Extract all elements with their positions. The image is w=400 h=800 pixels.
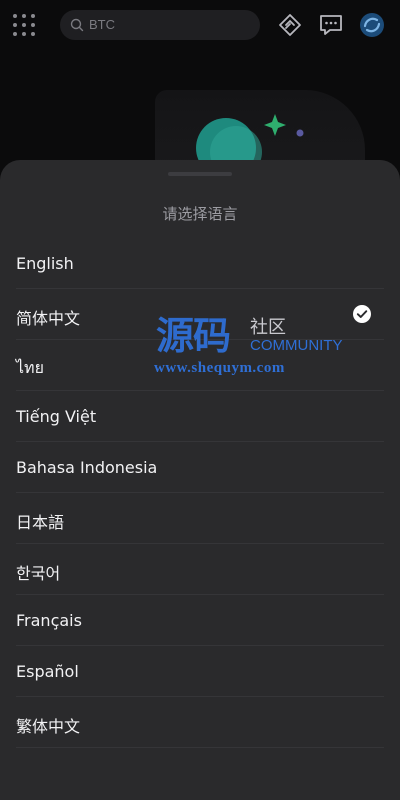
language-label: 한국어 <box>16 564 61 583</box>
avatar-logo-icon[interactable] <box>359 12 385 38</box>
check-circle-icon <box>353 305 371 323</box>
language-picker-screen: BTC 请选择语言 English 简体中文 ไทย Tiếng Việt Ba… <box>0 0 400 800</box>
language-option-japanese[interactable]: 日本語 <box>16 493 384 544</box>
language-label: Español <box>16 662 79 681</box>
language-option-thai[interactable]: ไทย <box>16 340 384 391</box>
top-bar: BTC <box>0 0 400 50</box>
language-option-spanish[interactable]: Español <box>16 646 384 697</box>
sheet-title: 请选择语言 <box>162 205 238 223</box>
language-option-vietnamese[interactable]: Tiếng Việt <box>16 391 384 442</box>
search-bar[interactable]: BTC <box>60 10 260 40</box>
language-bottom-sheet: 请选择语言 English 简体中文 ไทย Tiếng Việt Bahasa… <box>0 160 400 800</box>
message-icon[interactable] <box>318 12 344 38</box>
language-option-indonesian[interactable]: Bahasa Indonesia <box>16 442 384 493</box>
language-label: Tiếng Việt <box>16 407 97 426</box>
language-label: ไทย <box>16 358 44 377</box>
language-option-traditional-chinese[interactable]: 繁体中文 <box>16 697 384 748</box>
search-placeholder: BTC <box>89 17 115 32</box>
language-label: 简体中文 <box>16 309 81 328</box>
grid-menu-icon[interactable] <box>13 14 35 36</box>
language-label: Français <box>16 611 82 630</box>
language-label: English <box>16 254 74 273</box>
diamond-link-icon[interactable] <box>277 12 303 38</box>
language-option-english[interactable]: English <box>16 238 384 289</box>
sheet-drag-handle[interactable] <box>168 172 232 176</box>
language-label: 日本語 <box>16 513 65 532</box>
search-icon <box>70 18 84 32</box>
language-option-korean[interactable]: 한국어 <box>16 544 384 595</box>
language-option-french[interactable]: Français <box>16 595 384 646</box>
language-label: Bahasa Indonesia <box>16 458 158 477</box>
language-label: 繁体中文 <box>16 717 81 736</box>
language-option-simplified-chinese[interactable]: 简体中文 <box>16 289 384 340</box>
language-list: English 简体中文 ไทย Tiếng Việt Bahasa Indon… <box>0 238 400 748</box>
